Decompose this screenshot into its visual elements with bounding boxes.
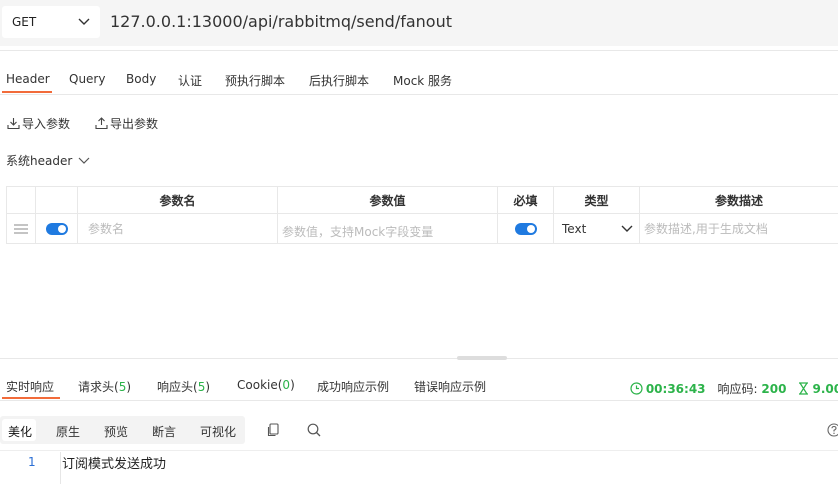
tab-label: 请求头 [78, 380, 115, 394]
header-param-value: 参数值 [278, 186, 498, 214]
chevron-down-icon [621, 225, 633, 232]
divider [0, 94, 838, 95]
system-header-label: 系统header [6, 154, 73, 168]
status-code: 响应码: 200 [718, 380, 787, 397]
header-required: 必填 [498, 186, 554, 214]
tab-success-example[interactable]: 成功响应示例 [317, 378, 389, 395]
drag-handle[interactable] [6, 214, 36, 244]
duration-value: 9.00r [812, 381, 838, 396]
type-value: Text [562, 221, 587, 236]
required-toggle[interactable] [514, 222, 537, 235]
tab-mock[interactable]: Mock 服务 [393, 72, 452, 89]
header-type: 类型 [554, 186, 640, 214]
count: 0 [282, 378, 291, 392]
description-placeholder: 参数描述,用于生成文档 [644, 222, 768, 236]
chevron-down-icon [78, 18, 90, 25]
header-cell-enable [36, 186, 78, 214]
view-pretty[interactable]: 美化 [8, 423, 32, 440]
tab-auth[interactable]: 认证 [178, 72, 202, 89]
type-select[interactable]: Text [554, 214, 640, 244]
tab-cookie[interactable]: Cookie(0) [237, 378, 295, 392]
hourglass-icon [799, 382, 809, 395]
description-input[interactable]: 参数描述,用于生成文档 [640, 214, 838, 244]
tab-post-script[interactable]: 后执行脚本 [309, 72, 369, 89]
status-label: 响应码: [717, 382, 758, 396]
resize-handle[interactable] [457, 356, 507, 360]
system-header-toggle[interactable]: 系统header [6, 152, 90, 169]
url-input[interactable]: 127.0.0.1:13000/api/rabbitmq/send/fanout [110, 12, 452, 31]
method-label: GET [12, 15, 37, 29]
gutter-divider [60, 452, 61, 484]
active-tab-indicator [2, 397, 60, 399]
tab-error-example[interactable]: 错误响应示例 [414, 378, 486, 395]
view-raw[interactable]: 原生 [56, 423, 80, 440]
view-visualize[interactable]: 可视化 [200, 423, 236, 440]
tab-label: 响应头 [157, 380, 194, 394]
clock-icon [630, 382, 643, 395]
header-description: 参数描述 [640, 186, 838, 214]
export-params-label: 导出参数 [110, 117, 159, 131]
help-icon[interactable] [826, 422, 838, 438]
required-toggle-cell [498, 214, 554, 244]
header-param-name: 参数名 [78, 186, 278, 214]
enable-toggle[interactable] [45, 222, 68, 235]
tab-label: Cookie [237, 378, 278, 392]
param-name-placeholder: 参数名 [88, 222, 125, 236]
view-assert[interactable]: 断言 [152, 423, 176, 440]
enable-toggle-cell [36, 214, 78, 244]
tab-body[interactable]: Body [126, 72, 156, 86]
response-meta: 00:36:43 响应码: 200 9.00r [630, 380, 838, 397]
count: 5 [118, 380, 127, 394]
tab-pre-script[interactable]: 预执行脚本 [225, 72, 285, 89]
chevron-down-icon [78, 157, 90, 164]
drag-handle-icon [14, 224, 28, 233]
divider [0, 400, 838, 401]
header-cell-drag [6, 186, 36, 214]
tab-header[interactable]: Header [6, 72, 50, 86]
import-params-label: 导入参数 [22, 117, 71, 131]
export-params-button[interactable]: 导出参数 [95, 115, 158, 132]
response-content: 订阅模式发送成功 [62, 457, 167, 472]
count: 5 [197, 380, 206, 394]
params-table: 参数名 参数值 必填 类型 参数描述 参数名 参数值，支持Mock字段变量 Te… [6, 186, 838, 244]
tab-request-headers[interactable]: 请求头(5) [78, 378, 131, 395]
upload-icon [95, 117, 108, 130]
param-value-input[interactable]: 参数值，支持Mock字段变量 [278, 214, 498, 244]
tab-query[interactable]: Query [69, 72, 105, 86]
method-select[interactable]: GET [2, 6, 100, 38]
view-preview[interactable]: 预览 [104, 423, 128, 440]
param-name-input[interactable]: 参数名 [78, 214, 278, 244]
line-number: 1 [28, 455, 36, 469]
divider [0, 358, 838, 359]
search-icon[interactable] [306, 422, 322, 438]
response-time-value: 00:36:43 [645, 381, 706, 396]
active-tab-indicator [2, 91, 52, 93]
tab-response-headers[interactable]: 响应头(5) [157, 378, 210, 395]
import-params-button[interactable]: 导入参数 [7, 115, 70, 132]
tab-realtime-response[interactable]: 实时响应 [6, 378, 54, 395]
divider [0, 50, 838, 51]
status-code-value: 200 [761, 382, 787, 396]
response-duration: 9.00r [798, 382, 838, 396]
response-time: 00:36:43 [630, 382, 706, 396]
download-icon [7, 118, 20, 130]
param-value-placeholder: 参数值，支持Mock字段变量 [282, 224, 434, 239]
copy-icon[interactable] [266, 422, 282, 438]
